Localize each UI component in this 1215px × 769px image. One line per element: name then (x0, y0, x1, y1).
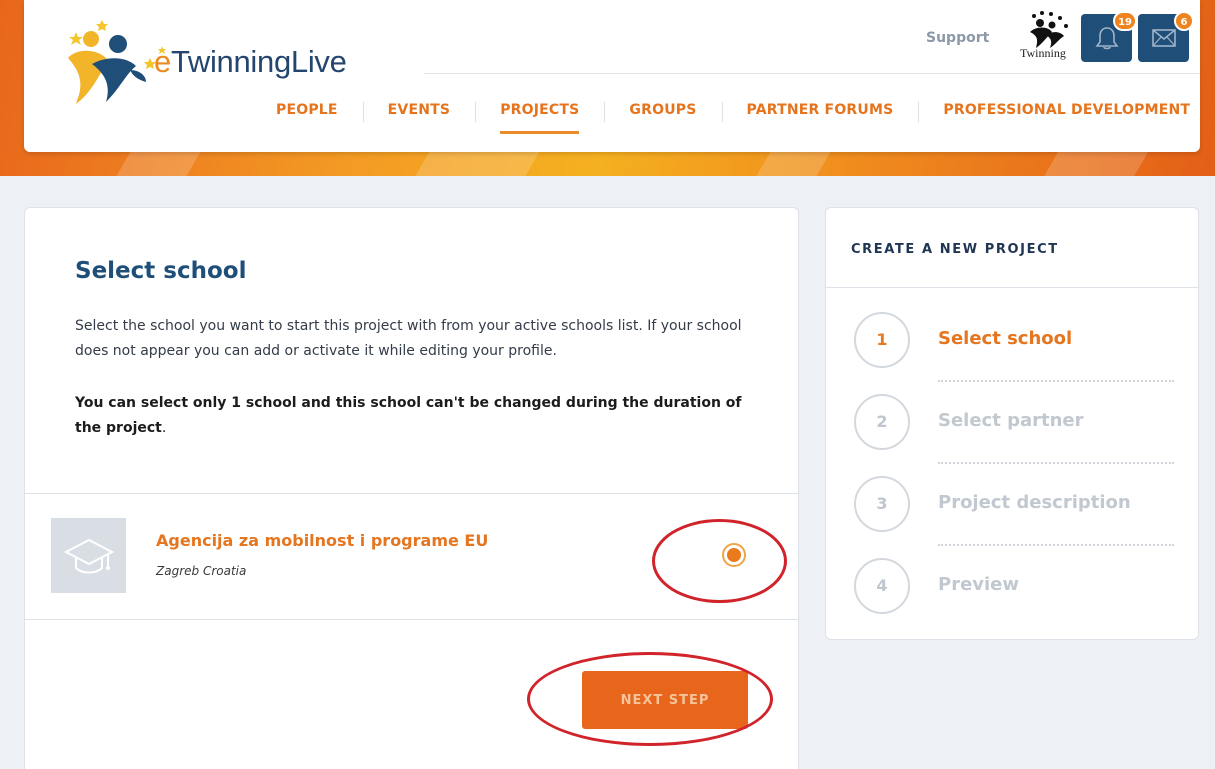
support-link[interactable]: Support (926, 30, 989, 46)
messages-button[interactable]: 6 (1138, 11, 1194, 62)
nav-groups[interactable]: GROUPS (604, 102, 721, 122)
select-school-panel: Select school Select the school you want… (24, 207, 799, 769)
step-separator (938, 380, 1174, 382)
step-number: 4 (854, 558, 910, 614)
nav-projects[interactable]: PROJECTS (475, 102, 604, 134)
page-note-end: . (161, 420, 167, 436)
step-number: 3 (854, 476, 910, 532)
graduation-cap-icon (64, 538, 114, 574)
step-select-partner[interactable]: 2 Select partner (854, 394, 1184, 464)
step-label: Select school (938, 328, 1073, 349)
step-label: Project description (938, 492, 1131, 513)
notifications-button[interactable]: 19 (1081, 11, 1137, 62)
page-title: Select school (75, 258, 247, 284)
nav-events[interactable]: EVENTS (362, 102, 476, 122)
header-divider (424, 73, 1200, 74)
twinning-label: Twinning (1020, 46, 1066, 60)
page-description: Select the school you want to start this… (75, 318, 742, 359)
messages-badge: 6 (1174, 11, 1194, 31)
step-label: Select partner (938, 410, 1084, 431)
step-number: 2 (854, 394, 910, 450)
next-step-button[interactable]: NEXT STEP (582, 671, 748, 729)
envelope-icon (1152, 29, 1176, 47)
step-preview[interactable]: 4 Preview (854, 558, 1184, 614)
step-project-description[interactable]: 3 Project description (854, 476, 1184, 546)
school-option[interactable]: Agencija za mobilnost i programe EU Zagr… (25, 494, 798, 619)
step-number: 1 (854, 312, 910, 368)
create-project-steps: CREATE A NEW PROJECT 1 Select school 2 S… (825, 207, 1199, 640)
school-location: Zagreb Croatia (156, 564, 247, 578)
step-separator (938, 462, 1174, 464)
school-name: Agencija za mobilnost i programe EU (156, 531, 489, 550)
divider (25, 619, 798, 620)
etwinning-logo-icon[interactable] (54, 18, 166, 110)
step-separator (938, 544, 1174, 546)
steps-title: CREATE A NEW PROJECT (851, 242, 1059, 257)
step-select-school[interactable]: 1 Select school (854, 312, 1184, 382)
logo-main: Twinning (170, 44, 291, 79)
logo-suffix: Live (290, 44, 347, 79)
nav-partner-forums[interactable]: PARTNER FORUMS (721, 102, 919, 122)
page-note-bold: You can select only 1 school and this sc… (75, 395, 742, 436)
divider (826, 287, 1198, 288)
logo-prefix: e (154, 44, 171, 79)
step-label: Preview (938, 574, 1020, 595)
school-thumbnail (51, 518, 126, 593)
nav-professional-development[interactable]: PROFESSIONAL DEVELOPMENT (918, 102, 1215, 122)
main-nav: PEOPLE EVENTS PROJECTS GROUPS PARTNER FO… (251, 102, 1215, 134)
notifications-badge: 19 (1113, 11, 1137, 31)
school-radio[interactable] (722, 543, 746, 567)
nav-people[interactable]: PEOPLE (251, 102, 363, 118)
page-note: You can select only 1 school and this sc… (75, 391, 765, 441)
site-header: eTwinningLive Support Twinning 19 6 PEOP… (24, 0, 1200, 152)
etwinning-live-logo[interactable]: eTwinningLive (154, 44, 347, 80)
